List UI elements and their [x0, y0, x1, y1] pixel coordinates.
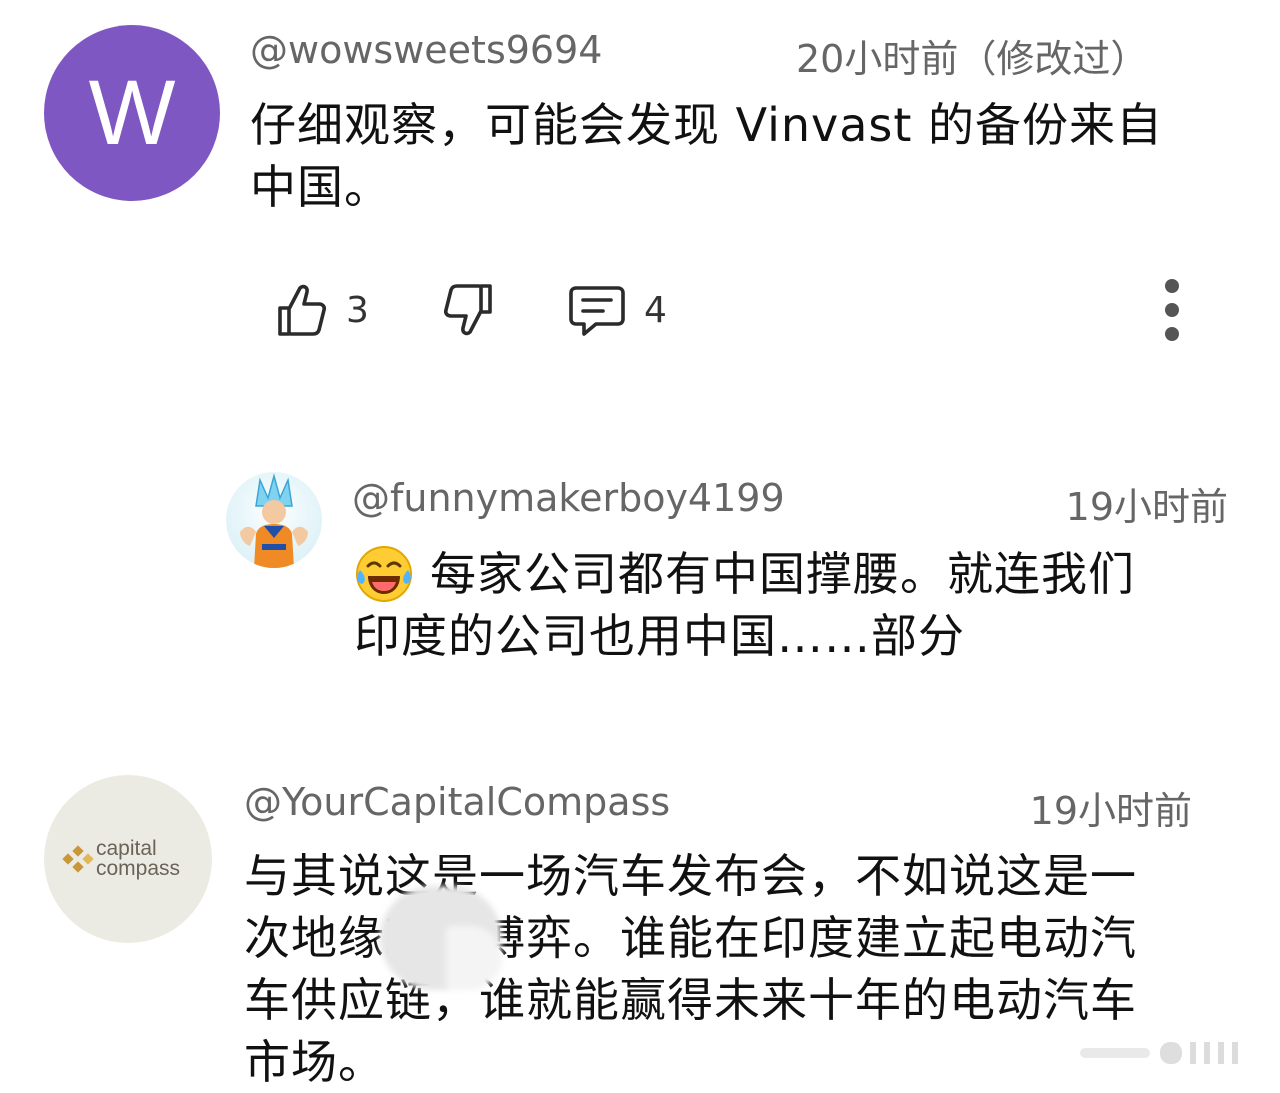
watermark-mark: [1080, 1042, 1238, 1064]
comment-text-line: 印度的公司也用中国……部分: [354, 609, 965, 663]
thumbs-up-icon: [278, 284, 327, 336]
capital-compass-logo: capital compass: [62, 837, 180, 880]
comment-text-line: 与其说这是一场汽车发布会，不如说这是一: [244, 849, 1137, 903]
avatar[interactable]: [226, 472, 322, 568]
reply-button[interactable]: 4: [568, 278, 667, 342]
thumbs-down-icon: [443, 284, 492, 336]
comment-timestamp: 19小时前: [1065, 485, 1228, 529]
avatar-letter: W: [88, 61, 176, 164]
comment-timestamp: 19小时前: [1029, 789, 1192, 833]
comment-timestamp: 20小时前（修改过）: [796, 37, 1149, 81]
comment-icon: [569, 286, 625, 336]
comment-text-line: 每家公司都有中国撑腰。就连我们: [430, 547, 1135, 601]
comment-text-line: 仔细观察，可能会发现 Vinvast 的备份来自: [250, 98, 1164, 152]
logo-text: compass: [96, 857, 180, 880]
comment-text-line: 车供应链，谁就能赢得未来十年的电动汽车: [244, 973, 1137, 1027]
like-count: 3: [346, 289, 369, 331]
comment-author[interactable]: @wowsweets9694: [250, 28, 602, 72]
avatar[interactable]: capital compass: [44, 775, 212, 943]
reply-count: 4: [644, 289, 667, 331]
comment-text-line: 中国。: [250, 160, 391, 214]
comment-actions: 3 4: [276, 278, 1196, 342]
more-vert-icon: [1165, 279, 1179, 341]
anime-character-avatar-icon: [240, 473, 308, 568]
avatar[interactable]: W: [44, 25, 220, 201]
more-button[interactable]: [1160, 278, 1184, 342]
dislike-button[interactable]: [442, 278, 494, 342]
tears-of-joy-emoji-icon: [356, 546, 412, 602]
comment-author[interactable]: @YourCapitalCompass: [244, 780, 670, 824]
comment-text: 仔细观察，可能会发现 Vinvast 的备份来自 中国。: [250, 94, 1250, 218]
comment-author[interactable]: @funnymakerboy4199: [352, 476, 785, 520]
like-button[interactable]: 3: [276, 278, 369, 342]
comment-text: 每家公司都有中国撑腰。就连我们 印度的公司也用中国……部分: [354, 543, 1254, 667]
redaction-blur: [380, 886, 502, 990]
